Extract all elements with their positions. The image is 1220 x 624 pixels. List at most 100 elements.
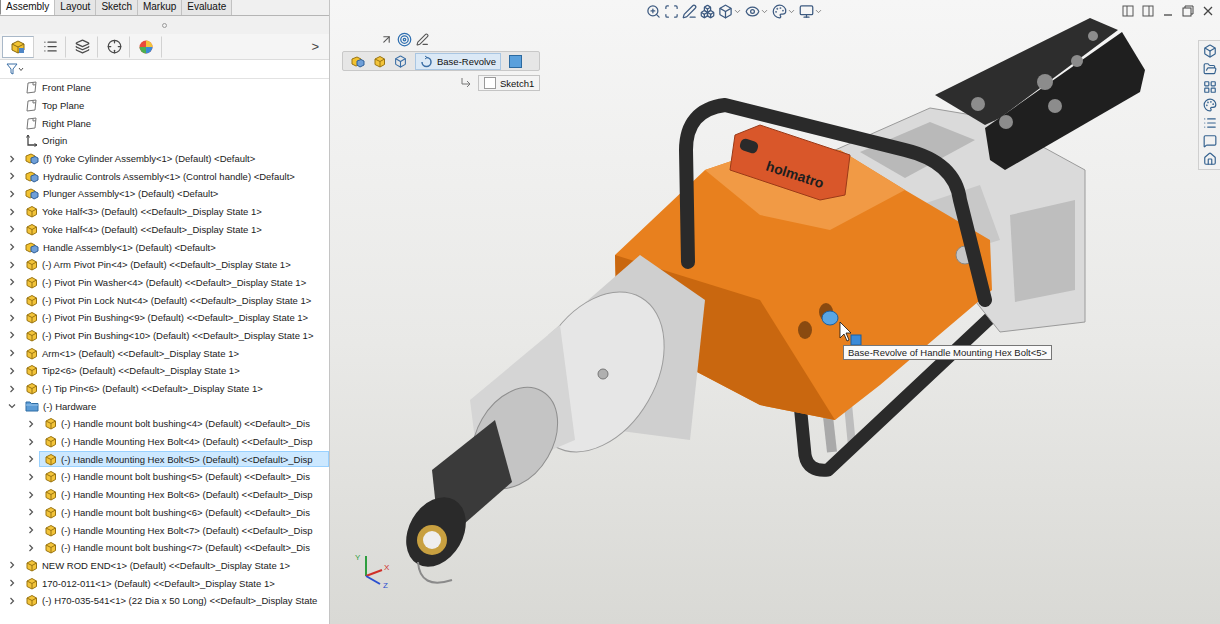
tree-item[interactable]: (-) Handle Mounting Hex Bolt<4> (Default… bbox=[39, 434, 329, 450]
tree-item[interactable]: Tip2<6> (Default) <<Default>_Display Sta… bbox=[20, 363, 329, 379]
tree-item[interactable]: (-) Hardware bbox=[20, 398, 329, 414]
expanded-arrow-icon[interactable] bbox=[8, 402, 16, 410]
collapsed-arrow-icon[interactable] bbox=[8, 261, 16, 269]
tree-item[interactable]: Hydraulic Controls Assembly<1> (Control … bbox=[20, 168, 329, 184]
expand-toggle[interactable] bbox=[4, 208, 20, 216]
expand-toggle[interactable] bbox=[23, 420, 39, 428]
task-pane-button[interactable] bbox=[1203, 152, 1217, 166]
command-tab[interactable]: Assembly bbox=[0, 0, 55, 15]
manager-tab[interactable] bbox=[2, 36, 34, 58]
expand-toggle[interactable] bbox=[4, 402, 20, 410]
expand-toggle[interactable] bbox=[4, 225, 20, 233]
tree-row[interactable]: Plunger Assembly<1> (Default) <Default> bbox=[0, 185, 329, 203]
collapsed-arrow-icon[interactable] bbox=[27, 508, 35, 516]
collapsed-arrow-icon[interactable] bbox=[8, 155, 16, 163]
tree-item[interactable]: (-) Handle mount bolt bushing<6> (Defaul… bbox=[39, 504, 329, 520]
collapsed-arrow-icon[interactable] bbox=[27, 438, 35, 446]
body-icon[interactable] bbox=[394, 55, 407, 68]
task-pane-button[interactable] bbox=[1203, 44, 1217, 58]
tree-item[interactable]: (-) Handle mount bolt bushing<4> (Defaul… bbox=[39, 416, 329, 432]
tree-item[interactable]: (-) Pivot Pin Bushing<9> (Default) <<Def… bbox=[20, 310, 329, 326]
manager-tab[interactable] bbox=[66, 36, 98, 58]
tree-item[interactable]: (-) Handle mount bolt bushing<5> (Defaul… bbox=[39, 469, 329, 485]
tree-row[interactable]: Handle Assembly<1> (Default) <Default> bbox=[0, 238, 329, 256]
heads-up-button[interactable] bbox=[718, 4, 742, 19]
restore-icon[interactable] bbox=[1182, 5, 1194, 17]
breadcrumb-current[interactable]: Base-Revolve bbox=[415, 53, 501, 70]
expand-toggle[interactable] bbox=[4, 155, 20, 163]
tree-item[interactable]: Top Plane bbox=[20, 98, 329, 114]
tree-row[interactable]: (-) Pivot Pin Washer<4> (Default) <<Defa… bbox=[0, 274, 329, 292]
tree-item[interactable]: Right Plane bbox=[20, 115, 329, 131]
tree-item[interactable]: (-) Handle mount bolt bushing<7> (Defaul… bbox=[39, 540, 329, 556]
expand-toggle[interactable] bbox=[4, 278, 20, 286]
tree-row[interactable]: (-) Handle Mounting Hex Bolt<7> (Default… bbox=[0, 521, 329, 539]
collapsed-arrow-icon[interactable] bbox=[8, 243, 16, 251]
tile-right-icon[interactable] bbox=[1142, 5, 1154, 17]
tree-row[interactable]: (-) Hardware bbox=[0, 397, 329, 415]
expand-toggle[interactable] bbox=[4, 190, 20, 198]
breadcrumb-child[interactable]: Sketch1 bbox=[478, 75, 540, 91]
tree-row[interactable]: Hydraulic Controls Assembly<1> (Control … bbox=[0, 167, 329, 185]
collapsed-arrow-icon[interactable] bbox=[8, 561, 16, 569]
expand-toggle[interactable] bbox=[23, 544, 39, 552]
expand-toggle[interactable] bbox=[4, 561, 20, 569]
collapsed-arrow-icon[interactable] bbox=[8, 314, 16, 322]
select-other-icon[interactable] bbox=[380, 33, 393, 46]
tree-row[interactable]: Yoke Half<3> (Default) <<Default>_Displa… bbox=[0, 203, 329, 221]
tree-item[interactable]: (-) Pivot Pin Washer<4> (Default) <<Defa… bbox=[20, 274, 329, 290]
target-icon[interactable] bbox=[397, 32, 412, 47]
expand-toggle[interactable] bbox=[4, 261, 20, 269]
tree-item[interactable]: Handle Assembly<1> (Default) <Default> bbox=[20, 239, 329, 255]
task-pane-button[interactable] bbox=[1203, 98, 1217, 112]
selected-bolt[interactable] bbox=[822, 311, 838, 325]
expand-toggle[interactable] bbox=[4, 385, 20, 393]
tree-row[interactable]: (f) Yoke Cylinder Assembly<1> (Default) … bbox=[0, 150, 329, 168]
tree-item[interactable]: Yoke Half<3> (Default) <<Default>_Displa… bbox=[20, 204, 329, 220]
expand-toggle[interactable] bbox=[23, 491, 39, 499]
tree-row[interactable]: (-) Handle Mounting Hex Bolt<5> (Default… bbox=[0, 450, 329, 468]
manager-tab[interactable] bbox=[34, 36, 66, 58]
tree-row[interactable]: 170-012-011<1> (Default) <<Default>_Disp… bbox=[0, 574, 329, 592]
tree-row[interactable]: Front Plane bbox=[0, 79, 329, 97]
expand-toggle[interactable] bbox=[4, 172, 20, 180]
heads-up-button[interactable] bbox=[682, 4, 697, 19]
manager-tab[interactable] bbox=[98, 36, 130, 58]
tile-left-icon[interactable] bbox=[1122, 5, 1134, 17]
expand-toggle[interactable] bbox=[4, 579, 20, 587]
tree-item[interactable]: (-) Tip Pin<6> (Default) <<Default>_Disp… bbox=[20, 381, 329, 397]
tree-item[interactable]: 170-012-011<1> (Default) <<Default>_Disp… bbox=[20, 575, 329, 591]
expand-toggle[interactable] bbox=[4, 314, 20, 322]
collapsed-arrow-icon[interactable] bbox=[8, 367, 16, 375]
task-pane-button[interactable] bbox=[1203, 80, 1217, 94]
tree-row[interactable]: (-) Handle Mounting Hex Bolt<6> (Default… bbox=[0, 486, 329, 504]
collapsed-arrow-icon[interactable] bbox=[27, 491, 35, 499]
heads-up-button[interactable] bbox=[646, 4, 661, 19]
collapsed-arrow-icon[interactable] bbox=[8, 172, 16, 180]
collapsed-arrow-icon[interactable] bbox=[8, 278, 16, 286]
tree-row[interactable]: Tip2<6> (Default) <<Default>_Display Sta… bbox=[0, 362, 329, 380]
edit-icon[interactable] bbox=[416, 33, 429, 46]
tree-item[interactable]: (-) Pivot Pin Bushing<10> (Default) <<De… bbox=[20, 327, 329, 343]
task-pane-button[interactable] bbox=[1203, 134, 1217, 148]
expand-toggle[interactable] bbox=[23, 473, 39, 481]
more-tabs-button[interactable]: > bbox=[301, 39, 329, 54]
tree-item[interactable]: (-) Handle Mounting Hex Bolt<5> (Default… bbox=[39, 451, 329, 467]
tree-item[interactable]: Origin bbox=[20, 133, 329, 149]
panel-grip[interactable] bbox=[0, 16, 329, 34]
tree-item[interactable]: (f) Yoke Cylinder Assembly<1> (Default) … bbox=[20, 151, 329, 167]
tree-row[interactable]: (-) Arm Pivot Pin<4> (Default) <<Default… bbox=[0, 256, 329, 274]
task-pane-button[interactable] bbox=[1203, 62, 1217, 76]
tree-item[interactable]: Plunger Assembly<1> (Default) <Default> bbox=[20, 186, 329, 202]
collapsed-arrow-icon[interactable] bbox=[27, 526, 35, 534]
heads-up-button[interactable] bbox=[745, 4, 769, 19]
heads-up-button[interactable] bbox=[700, 4, 715, 19]
expand-toggle[interactable] bbox=[23, 438, 39, 446]
tree-row[interactable]: (-) Handle mount bolt bushing<4> (Defaul… bbox=[0, 415, 329, 433]
collapsed-arrow-icon[interactable] bbox=[27, 473, 35, 481]
tree-row[interactable]: Origin bbox=[0, 132, 329, 150]
close-icon[interactable] bbox=[1202, 5, 1214, 17]
collapsed-arrow-icon[interactable] bbox=[27, 420, 35, 428]
collapsed-arrow-icon[interactable] bbox=[8, 296, 16, 304]
expand-toggle[interactable] bbox=[23, 526, 39, 534]
